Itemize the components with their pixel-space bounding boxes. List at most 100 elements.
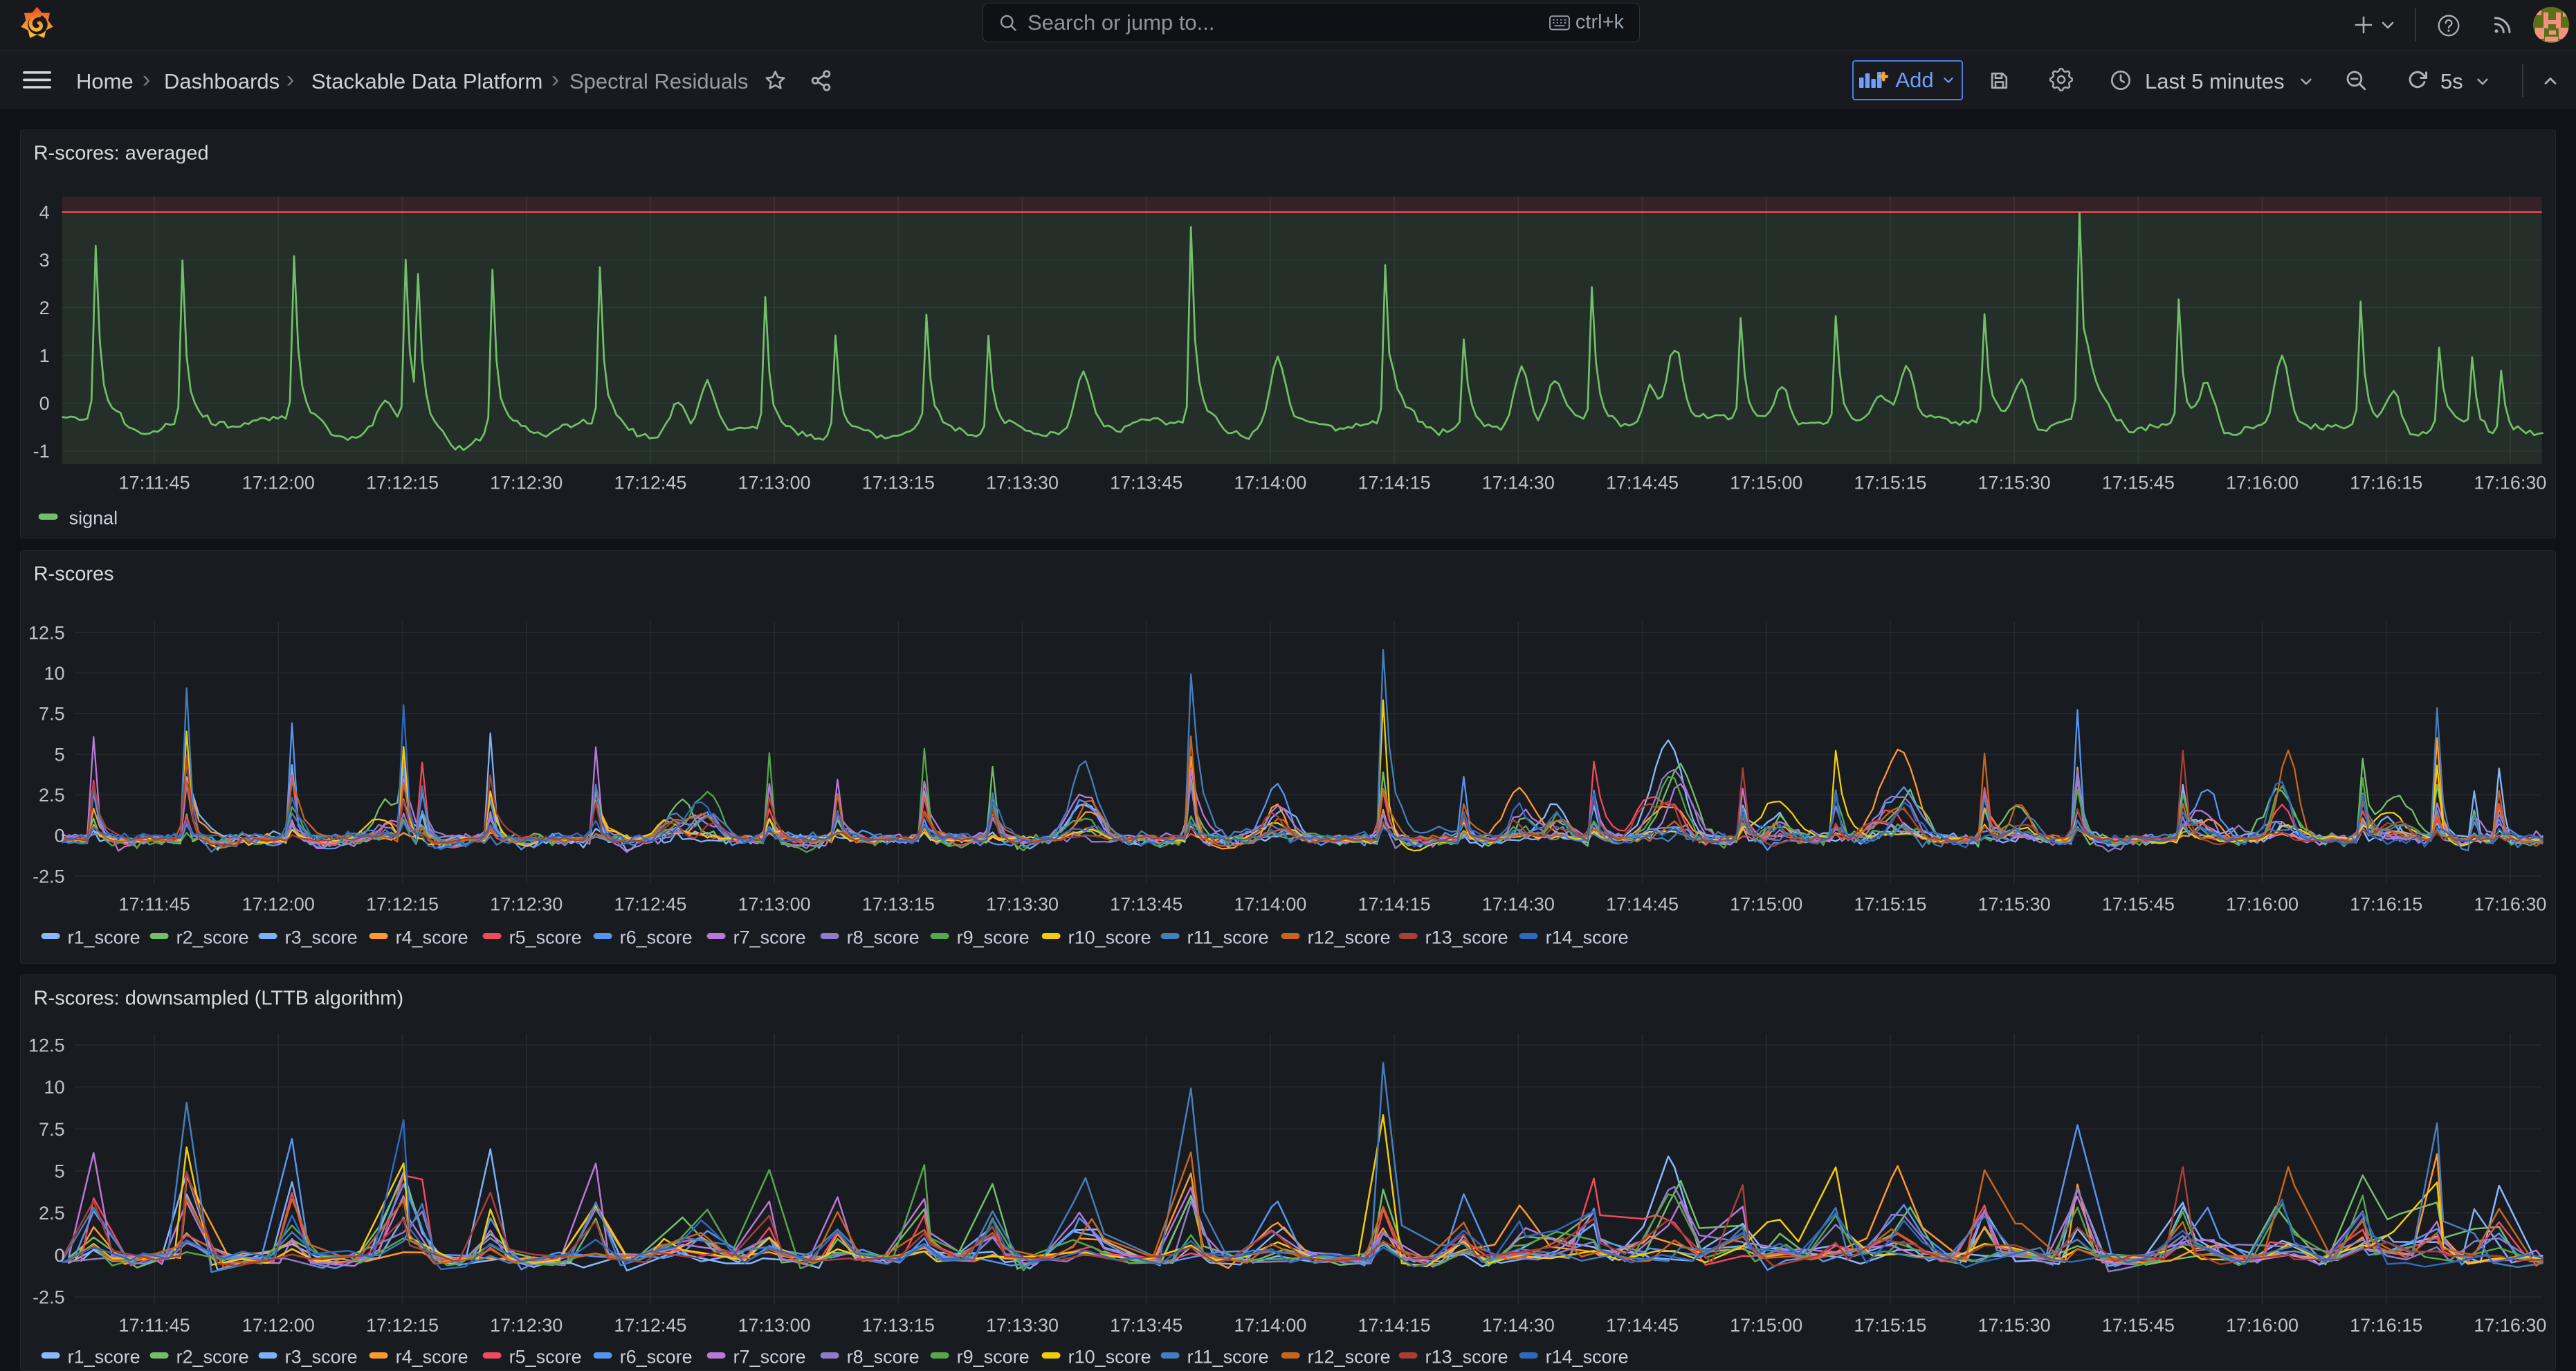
svg-text:r3_score: r3_score [285,927,358,948]
svg-text:17:13:15: 17:13:15 [862,1315,935,1336]
svg-text:17:12:30: 17:12:30 [491,1315,563,1336]
svg-text:r8_score: r8_score [847,927,920,948]
svg-text:r4_score: r4_score [396,927,468,948]
svg-text:17:14:30: 17:14:30 [1482,1315,1555,1336]
svg-text:17:12:30: 17:12:30 [491,473,563,493]
svg-text:17:13:00: 17:13:00 [738,473,811,493]
svg-text:17:15:00: 17:15:00 [1730,894,1803,915]
svg-text:17:12:00: 17:12:00 [242,1315,315,1336]
svg-text:17:12:00: 17:12:00 [242,473,315,493]
svg-text:2.5: 2.5 [39,1203,65,1224]
svg-text:17:16:30: 17:16:30 [2474,1315,2547,1336]
svg-text:17:14:15: 17:14:15 [1358,894,1431,915]
svg-text:R-scores: downsampled (LTTB al: R-scores: downsampled (LTTB algorithm) [34,988,404,1010]
svg-text:17:16:15: 17:16:15 [2350,894,2423,915]
svg-text:17:14:45: 17:14:45 [1606,473,1679,493]
svg-text:17:12:15: 17:12:15 [366,1315,439,1336]
svg-text:17:13:15: 17:13:15 [862,894,935,915]
svg-text:0: 0 [55,826,65,846]
svg-text:r12_score: r12_score [1308,1347,1391,1368]
svg-text:r2_score: r2_score [176,927,249,948]
svg-text:17:13:45: 17:13:45 [1111,473,1183,493]
svg-text:5: 5 [55,1161,65,1181]
svg-text:17:12:30: 17:12:30 [491,894,563,915]
svg-text:17:16:30: 17:16:30 [2474,473,2547,493]
svg-text:17:12:15: 17:12:15 [366,473,439,493]
svg-text:17:15:45: 17:15:45 [2102,894,2175,915]
svg-text:17:16:30: 17:16:30 [2474,894,2547,915]
svg-text:17:16:15: 17:16:15 [2350,1315,2423,1336]
svg-text:17:14:15: 17:14:15 [1358,1315,1431,1336]
svg-text:17:14:00: 17:14:00 [1234,1315,1307,1336]
svg-text:17:15:45: 17:15:45 [2102,473,2175,493]
svg-text:r5_score: r5_score [509,927,582,948]
svg-text:7.5: 7.5 [39,704,65,725]
svg-text:r6_score: r6_score [620,1347,693,1368]
svg-text:17:11:45: 17:11:45 [119,473,190,493]
svg-text:17:15:30: 17:15:30 [1978,473,2051,493]
svg-text:r11_score: r11_score [1187,1347,1269,1368]
svg-text:17:13:30: 17:13:30 [986,473,1059,493]
svg-text:r10_score: r10_score [1068,1347,1151,1368]
svg-text:r9_score: r9_score [957,927,1030,948]
svg-text:0: 0 [39,393,50,414]
svg-text:17:13:30: 17:13:30 [986,894,1059,915]
svg-text:signal: signal [69,508,118,529]
svg-text:17:11:45: 17:11:45 [119,1315,190,1336]
svg-text:r11_score: r11_score [1187,927,1269,948]
svg-text:17:15:00: 17:15:00 [1730,473,1803,493]
svg-text:17:15:00: 17:15:00 [1730,1315,1803,1336]
svg-text:r7_score: r7_score [733,1347,806,1368]
svg-text:r3_score: r3_score [285,1347,358,1368]
svg-text:17:12:00: 17:12:00 [242,894,315,915]
svg-text:r13_score: r13_score [1425,927,1508,948]
svg-text:0: 0 [55,1245,65,1266]
svg-text:r9_score: r9_score [957,1347,1030,1368]
svg-text:17:13:45: 17:13:45 [1111,1315,1183,1336]
svg-text:17:14:00: 17:14:00 [1234,473,1307,493]
svg-text:17:13:45: 17:13:45 [1111,894,1183,915]
svg-text:10: 10 [44,1077,65,1098]
svg-text:17:15:30: 17:15:30 [1978,1315,2051,1336]
svg-text:17:16:00: 17:16:00 [2226,894,2299,915]
svg-text:17:14:30: 17:14:30 [1482,894,1555,915]
svg-text:-2.5: -2.5 [33,1287,65,1308]
svg-text:17:15:15: 17:15:15 [1854,473,1927,493]
svg-text:r8_score: r8_score [847,1347,920,1368]
svg-text:17:15:30: 17:15:30 [1978,894,2051,915]
svg-text:17:15:45: 17:15:45 [2102,1315,2175,1336]
svg-text:r14_score: r14_score [1546,927,1629,948]
svg-text:1: 1 [39,345,50,366]
svg-text:17:15:15: 17:15:15 [1854,1315,1927,1336]
svg-text:r5_score: r5_score [509,1347,582,1368]
svg-text:12.5: 12.5 [28,622,65,643]
svg-text:4: 4 [39,202,50,223]
svg-text:r7_score: r7_score [733,927,806,948]
svg-text:r6_score: r6_score [620,927,693,948]
svg-text:2: 2 [39,298,50,318]
svg-text:17:12:45: 17:12:45 [614,473,687,493]
svg-text:R-scores: averaged: R-scores: averaged [34,143,209,165]
svg-text:r1_score: r1_score [68,1347,140,1368]
svg-text:r10_score: r10_score [1068,927,1151,948]
svg-text:17:12:45: 17:12:45 [614,1315,687,1336]
svg-text:-2.5: -2.5 [33,866,65,887]
svg-text:3: 3 [39,250,50,271]
svg-text:r1_score: r1_score [68,927,140,948]
svg-text:17:13:15: 17:13:15 [862,473,935,493]
svg-text:17:14:00: 17:14:00 [1234,894,1307,915]
svg-text:17:16:00: 17:16:00 [2226,473,2299,493]
svg-text:17:14:45: 17:14:45 [1606,894,1679,915]
svg-text:10: 10 [44,663,65,684]
svg-text:17:15:15: 17:15:15 [1854,894,1927,915]
svg-text:17:13:30: 17:13:30 [986,1315,1059,1336]
svg-text:2.5: 2.5 [39,785,65,806]
svg-text:r4_score: r4_score [396,1347,468,1368]
svg-text:17:16:00: 17:16:00 [2226,1315,2299,1336]
svg-text:r13_score: r13_score [1425,1347,1508,1368]
svg-text:-1: -1 [33,441,50,462]
svg-text:17:14:30: 17:14:30 [1482,473,1555,493]
svg-text:R-scores: R-scores [34,563,114,585]
svg-text:r2_score: r2_score [176,1347,249,1368]
svg-text:r14_score: r14_score [1546,1347,1629,1368]
